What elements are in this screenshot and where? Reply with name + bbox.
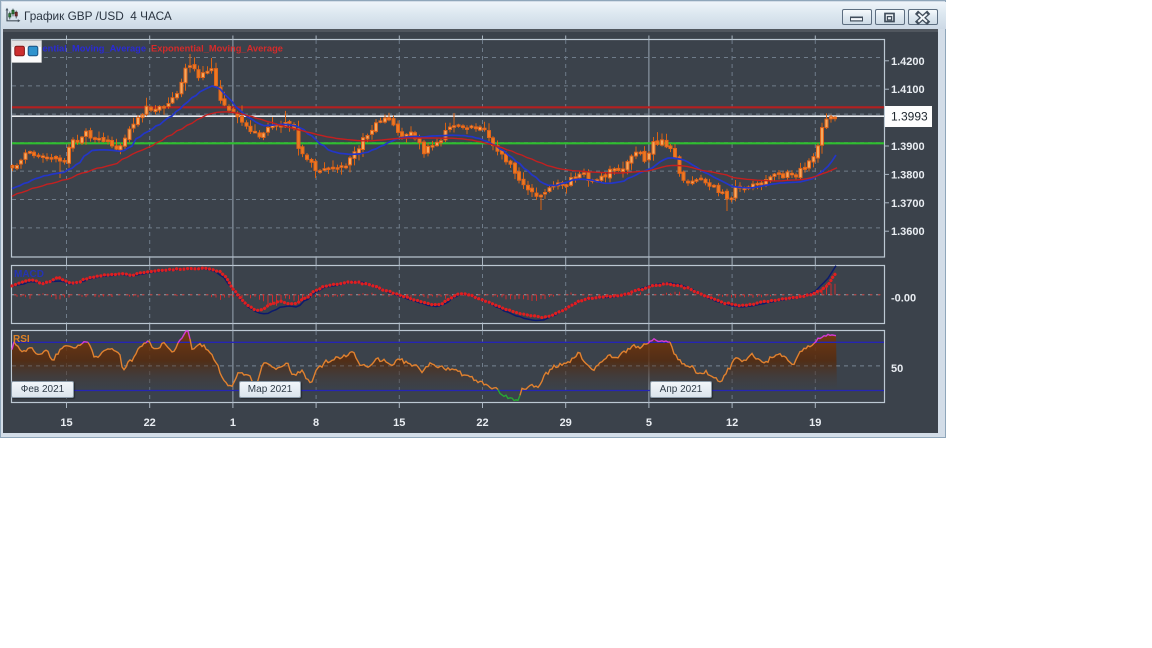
svg-text:RSI: RSI: [13, 334, 30, 345]
svg-text:15: 15: [60, 417, 72, 429]
svg-text:1: 1: [230, 417, 236, 429]
svg-text:Exponential_Moving_Average: Exponential_Moving_Average: [151, 44, 283, 54]
svg-text:1.3600: 1.3600: [891, 226, 925, 238]
svg-text:22: 22: [476, 417, 488, 429]
svg-text:1.3993: 1.3993: [891, 110, 928, 124]
svg-text:MACD: MACD: [14, 269, 44, 280]
svg-text:29: 29: [560, 417, 572, 429]
svg-text:5: 5: [646, 417, 652, 429]
svg-text:15: 15: [393, 417, 405, 429]
svg-text:1.3900: 1.3900: [891, 141, 925, 153]
svg-text:22: 22: [144, 417, 156, 429]
svg-text:1.3800: 1.3800: [891, 169, 925, 181]
svg-text:1.4100: 1.4100: [891, 84, 925, 96]
svg-text:1.3700: 1.3700: [891, 198, 925, 210]
svg-text:8: 8: [313, 417, 319, 429]
svg-text:19: 19: [809, 417, 821, 429]
svg-text:50: 50: [891, 363, 903, 375]
svg-text:-0.00: -0.00: [891, 293, 916, 305]
svg-text:1.4200: 1.4200: [891, 56, 925, 68]
svg-text:ential_Moving_Average: ential_Moving_Average: [43, 44, 147, 54]
svg-text:12: 12: [726, 417, 738, 429]
